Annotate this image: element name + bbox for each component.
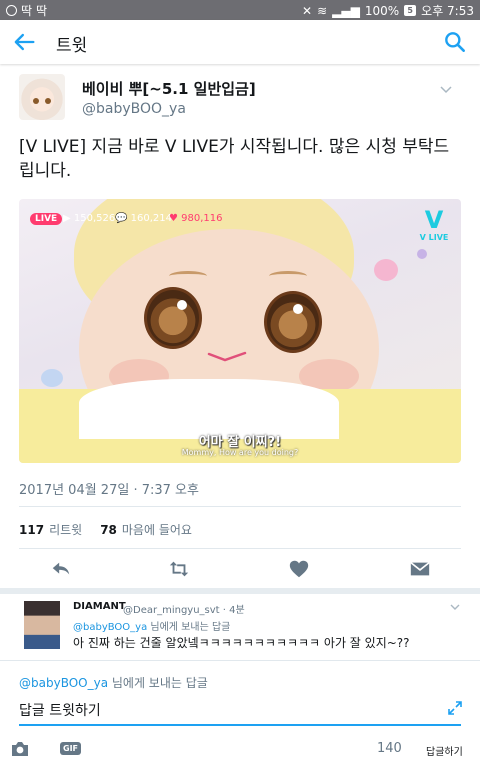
notification-icon (6, 5, 17, 16)
section-separator (0, 588, 480, 594)
decorative-sticker (417, 249, 427, 259)
video-thumbnail[interactable]: LIVE ▶ 150,526 💬 160,214 ♥ 980,116 V V L… (19, 199, 461, 463)
expand-icon[interactable] (448, 701, 462, 715)
reply-input[interactable] (19, 698, 461, 726)
divider (19, 548, 461, 549)
doll-eye (264, 291, 322, 353)
tweet-actions (0, 554, 480, 584)
doll-collar (79, 379, 339, 439)
battery-percent: 100% (364, 3, 400, 18)
chevron-down-icon[interactable] (440, 86, 452, 94)
character-count: 140 (377, 741, 402, 756)
live-badge: LIVE (30, 213, 63, 225)
vlive-v-icon: V (424, 206, 444, 234)
reply-author-handle[interactable]: @Dear_mingyu_svt · 4분 (123, 601, 245, 616)
decorative-sticker (374, 259, 398, 281)
heart-count: ♥ 980,116 (169, 213, 223, 224)
heart-icon[interactable] (288, 558, 310, 580)
author-handle[interactable]: @babyBOO_ya (82, 101, 186, 117)
decorative-sticker (41, 369, 63, 387)
clock: 오후 7:53 (421, 4, 474, 18)
direct-message-icon[interactable] (409, 558, 431, 580)
wifi-icon: ≋ (317, 3, 328, 18)
chat-count: 💬 160,214 (115, 213, 172, 224)
compose-reply: @babyBOO_ya 님에게 보내는 답글 GIF 140 답글하기 (0, 660, 480, 768)
compose-reply-to-handle[interactable]: @babyBOO_ya (19, 676, 108, 690)
author-avatar[interactable] (19, 74, 65, 120)
doll-eye (144, 287, 202, 349)
chevron-down-icon[interactable] (450, 604, 460, 611)
app-notification-icon: 딱 (21, 4, 33, 18)
compose-reply-to: @babyBOO_ya 님에게 보내는 답글 (19, 676, 208, 690)
search-icon[interactable] (442, 29, 468, 55)
status-bar-left: 딱 딱 (6, 2, 47, 19)
battery-icon: 5 (404, 5, 417, 16)
app-bar: 트윗 (0, 20, 480, 64)
gif-button[interactable]: GIF (60, 742, 82, 755)
retweet-count[interactable]: 117 리트윗 (19, 521, 82, 538)
reply-submit-button[interactable]: 답글하기 (426, 743, 463, 758)
reply-author-avatar[interactable] (24, 601, 60, 649)
view-count: ▶ 150,526 (63, 213, 116, 224)
reply-author-name[interactable]: DIAMANT (73, 601, 126, 612)
engagement-counts: 117 리트윗 78 마음에 들어요 (19, 521, 192, 538)
signal-icon: ▂▄▆ (332, 3, 360, 18)
video-subtitle-english: Mommy, How are you doing? (181, 448, 299, 457)
doll-mouth (207, 351, 247, 362)
status-bar-right: ✕ ≋ ▂▄▆ 100% 5 오후 7:53 (302, 2, 474, 19)
camera-icon[interactable] (10, 741, 30, 757)
divider (19, 506, 461, 507)
reply-text: 아 진짜 하는 건줄 알았넼ㅋㅋㅋㅋㅋㅋㅋㅋㅋㅋㅋ 아가 잘 있지~?? (73, 636, 410, 650)
back-arrow-icon[interactable] (10, 28, 38, 56)
vlive-logo: V V LIVE (417, 207, 451, 247)
tweet-timestamp: 2017년 04월 27일 · 7:37 오후 (19, 483, 199, 498)
author-name[interactable]: 베이비 뿌[~5.1 일반입금] (82, 78, 256, 99)
like-count[interactable]: 78 마음에 들어요 (100, 521, 192, 538)
reply-icon[interactable] (50, 558, 72, 580)
vlive-label: V LIVE (419, 233, 449, 242)
retweet-icon[interactable] (168, 558, 190, 580)
tweet-text: [V LIVE] 지금 바로 V LIVE가 시작됩니다. 많은 시청 부탁드립… (19, 137, 450, 181)
mute-icon: ✕ (302, 3, 313, 18)
app-notification-icon: 딱 (36, 4, 48, 18)
page-title: 트윗 (56, 36, 88, 56)
reply-to-line: @babyBOO_ya 님에게 보내는 답글 (73, 622, 231, 633)
reply-to-handle[interactable]: @babyBOO_ya (73, 622, 147, 633)
status-bar: 딱 딱 ✕ ≋ ▂▄▆ 100% 5 오후 7:53 (0, 0, 480, 20)
